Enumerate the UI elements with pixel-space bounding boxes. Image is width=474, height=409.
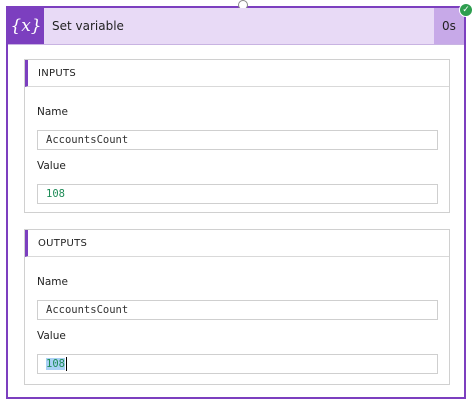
outputs-value-field[interactable]: 108 xyxy=(37,354,438,374)
outputs-section: OUTPUTS Name AccountsCount Value 108 xyxy=(24,229,450,385)
outputs-value-value: 108 xyxy=(46,358,65,370)
text-caret xyxy=(65,357,67,371)
outputs-name-field[interactable]: AccountsCount xyxy=(37,300,438,320)
inputs-heading: INPUTS xyxy=(38,68,77,79)
outputs-name-value: AccountsCount xyxy=(46,304,129,316)
outputs-heading: OUTPUTS xyxy=(38,238,88,249)
inputs-section: INPUTS Name AccountsCount Value 108 xyxy=(24,59,450,213)
variable-icon: {x} xyxy=(8,8,44,44)
inputs-header: INPUTS xyxy=(25,60,449,87)
inputs-value-field[interactable]: 108 xyxy=(37,184,438,204)
outputs-header: OUTPUTS xyxy=(25,230,449,257)
action-card: {x} Set variable 0s ✓ INPUTS Name Accoun… xyxy=(6,0,473,399)
outputs-name-label: Name xyxy=(37,276,68,288)
outputs-value-label: Value xyxy=(37,330,66,342)
action-header[interactable]: {x} Set variable 0s xyxy=(8,8,464,45)
action-title: Set variable xyxy=(52,19,124,33)
success-check-icon: ✓ xyxy=(459,3,473,17)
inputs-name-value: AccountsCount xyxy=(46,134,129,146)
inputs-name-label: Name xyxy=(37,106,68,118)
inputs-name-field[interactable]: AccountsCount xyxy=(37,130,438,150)
inputs-value-value: 108 xyxy=(46,188,65,200)
inputs-value-label: Value xyxy=(37,160,66,172)
